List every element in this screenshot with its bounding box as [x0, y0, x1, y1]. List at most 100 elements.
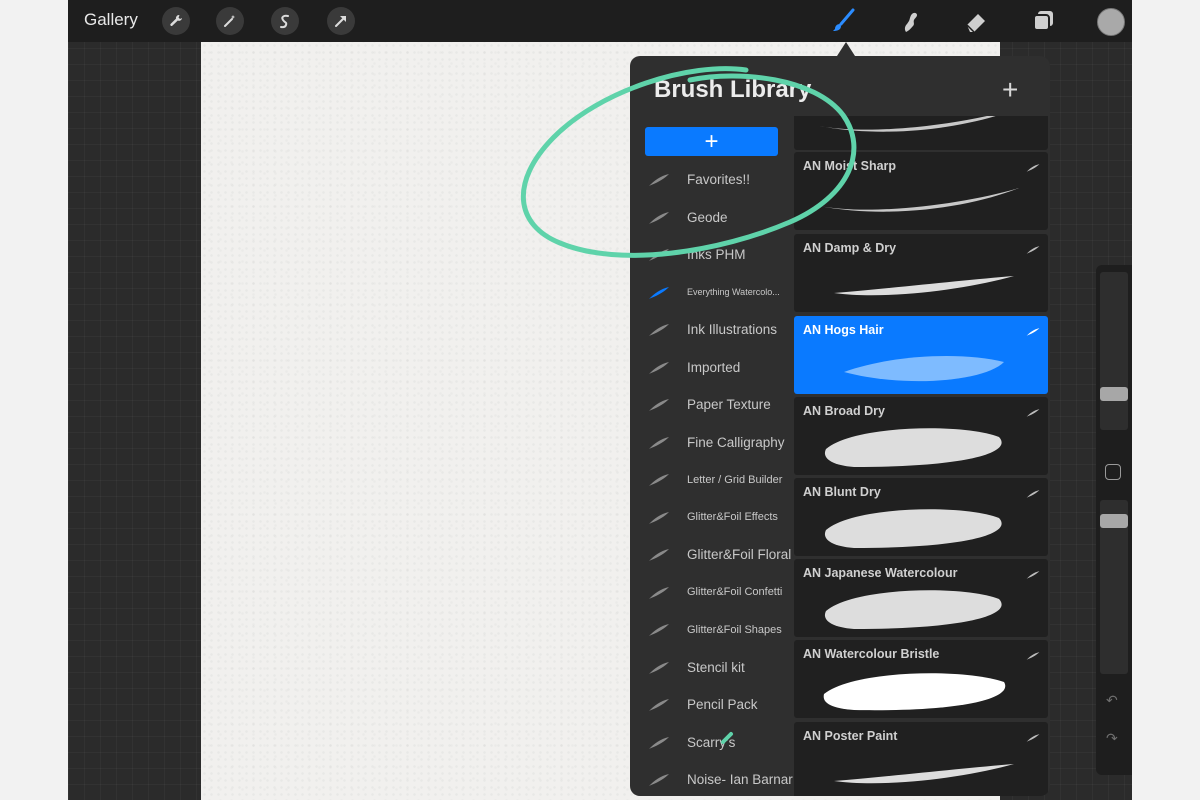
brush-set-label: Glitter&Foil Floral [687, 547, 792, 563]
transform-arrow-icon[interactable] [327, 7, 355, 35]
color-picker[interactable] [1097, 8, 1125, 36]
brush-set-label: Glitter&Foil Effects [687, 511, 778, 524]
new-brush-button[interactable]: + [1002, 76, 1018, 104]
brush-stroke-preview [823, 673, 1006, 711]
eraser-icon[interactable] [961, 6, 991, 36]
brush-set-icon [648, 773, 670, 787]
brush-card[interactable]: AN Moist Sharp [794, 152, 1048, 230]
brush-set-item[interactable]: Imported [630, 349, 794, 387]
magic-wand-icon[interactable] [216, 7, 244, 35]
brush-stroke-preview [819, 116, 996, 132]
frame-left [0, 0, 68, 800]
brush-set-icon [648, 473, 670, 487]
brush-set-icon [648, 323, 670, 337]
brush-set-item[interactable]: Stencil kit [630, 649, 794, 687]
brush-stroke-preview [844, 356, 1004, 382]
brush-set-item[interactable]: Everything Watercolo... [630, 274, 794, 312]
brush-stroke-preview [834, 764, 1014, 784]
brush-stroke-preview [834, 276, 1014, 296]
feather-icon [1026, 324, 1040, 336]
brush-card[interactable]: AN Broad Dry [794, 397, 1048, 475]
panel-title: Brush Library [654, 76, 812, 103]
brush-set-icon [648, 511, 670, 525]
brush-set-label: Geode [687, 209, 728, 225]
feather-icon [1026, 242, 1040, 254]
brush-set-icon [648, 436, 670, 450]
brush-set-label: Glitter&Foil Shapes [687, 623, 782, 636]
feather-icon [1026, 730, 1040, 742]
brush-set-label: Paper Texture [687, 397, 771, 413]
brush-stroke-preview [824, 509, 1002, 548]
brush-set-item[interactable]: Letter / Grid Builder [630, 461, 794, 499]
brush-list: AN Moist Sharp AN Damp & Dry AN Hogs Hair A… [794, 116, 1050, 796]
brush-name: AN Japanese Watercolour [803, 566, 958, 580]
undo-icon[interactable]: ↶ [1106, 692, 1118, 709]
add-brush-set-button[interactable]: + [645, 127, 778, 156]
brush-set-icon [648, 173, 670, 187]
brush-set-label: Fine Calligraphy [687, 434, 785, 450]
brush-set-item[interactable]: Glitter&Foil Shapes [630, 611, 794, 649]
brush-set-icon [648, 586, 670, 600]
brush-set-item[interactable]: Paper Texture [630, 386, 794, 424]
brush-set-icon [648, 286, 670, 300]
brush-icon[interactable] [828, 6, 858, 36]
brush-set-icon [648, 361, 670, 375]
frame-right [1132, 0, 1200, 800]
brush-stroke-preview [824, 590, 1002, 629]
brush-set-label: Ink Illustrations [687, 322, 778, 338]
wrench-icon[interactable] [162, 7, 190, 35]
brush-set-icon [648, 248, 670, 262]
brush-set-icon [648, 736, 670, 750]
brush-stroke-preview [819, 188, 1019, 212]
brush-stroke-preview [824, 428, 1002, 467]
opacity-thumb[interactable] [1100, 514, 1128, 528]
feather-icon [1026, 405, 1040, 417]
gallery-button[interactable]: Gallery [84, 10, 138, 30]
brush-library-panel: Brush Library + + Favorites!! Geode Inks P… [630, 56, 1050, 796]
brush-set-label: Pencil Pack [687, 697, 758, 713]
brush-set-label: Scarry's [687, 734, 736, 750]
brush-set-icon [648, 548, 670, 562]
brush-set-item[interactable]: Fine Calligraphy [630, 424, 794, 462]
brush-set-item[interactable]: Noise- Ian Barnard [630, 761, 794, 796]
feather-icon [1026, 567, 1040, 579]
layers-icon[interactable] [1028, 6, 1058, 36]
brush-set-icon [648, 211, 670, 225]
brush-set-label: Stencil kit [687, 659, 745, 675]
brush-set-item[interactable]: Scarry's [630, 724, 794, 762]
brush-set-item[interactable]: Glitter&Foil Effects [630, 499, 794, 537]
modify-button[interactable] [1105, 464, 1121, 480]
brush-card[interactable]: AN Hogs Hair [794, 316, 1048, 394]
feather-icon [1026, 486, 1040, 498]
brush-card[interactable]: AN Poster Paint [794, 722, 1048, 796]
brush-name: AN Broad Dry [803, 404, 885, 418]
brush-set-label: Favorites!! [687, 172, 751, 188]
feather-icon [1026, 160, 1040, 172]
redo-icon[interactable]: ↷ [1106, 730, 1118, 747]
brush-set-item[interactable]: Glitter&Foil Floral [630, 536, 794, 574]
brush-set-item[interactable]: Glitter&Foil Confetti [630, 574, 794, 612]
brush-name: AN Moist Sharp [803, 159, 897, 173]
brush-name: AN Hogs Hair [803, 323, 884, 337]
brush-set-icon [648, 398, 670, 412]
brush-name: AN Damp & Dry [803, 241, 897, 255]
brush-card[interactable] [794, 116, 1048, 150]
smudge-icon[interactable] [894, 6, 924, 36]
brush-set-item[interactable]: Pencil Pack [630, 686, 794, 724]
brush-set-item[interactable]: Geode [630, 199, 794, 237]
brush-set-item[interactable]: Ink Illustrations [630, 311, 794, 349]
brush-size-thumb[interactable] [1100, 387, 1128, 401]
brush-set-label: Glitter&Foil Confetti [687, 586, 783, 599]
selection-icon[interactable] [271, 7, 299, 35]
brush-set-item[interactable]: Inks PHM [630, 236, 794, 274]
brush-card[interactable]: AN Watercolour Bristle [794, 640, 1048, 718]
brush-set-label: Letter / Grid Builder [687, 473, 783, 486]
brush-card[interactable]: AN Blunt Dry [794, 478, 1048, 556]
brush-card[interactable]: AN Damp & Dry [794, 234, 1048, 312]
brush-set-item[interactable]: Favorites!! [630, 161, 794, 199]
brush-set-icon [648, 698, 670, 712]
brush-size-slider[interactable] [1100, 272, 1128, 430]
brush-set-label: Noise- Ian Barnard [687, 772, 793, 788]
brush-card[interactable]: AN Japanese Watercolour [794, 559, 1048, 637]
brush-set-icon [648, 661, 670, 675]
